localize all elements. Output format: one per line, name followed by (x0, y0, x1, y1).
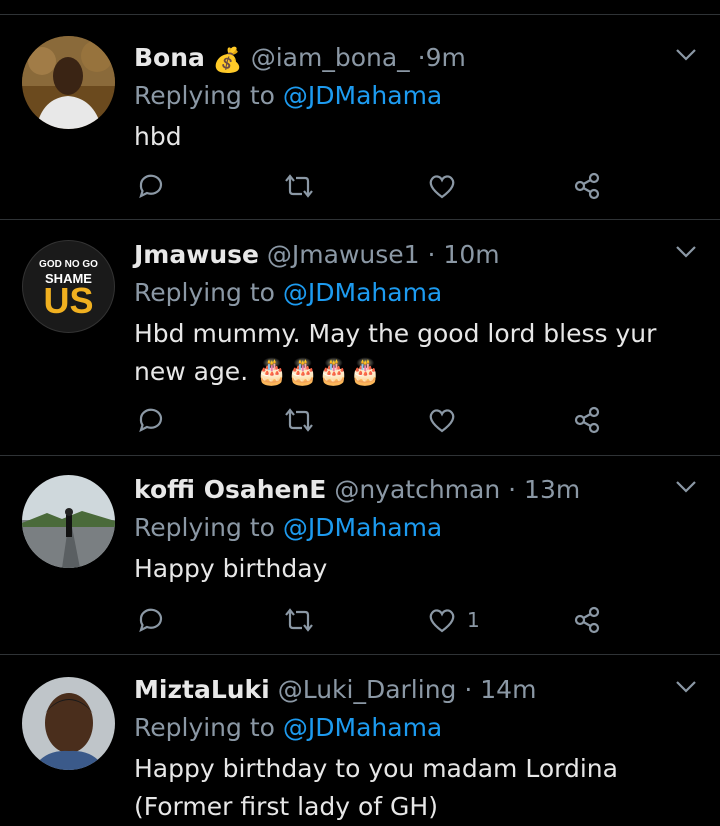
like-icon (429, 175, 455, 199)
separator-dot: · (427, 240, 436, 269)
share-icon (574, 606, 600, 634)
money-bag-emoji: 💰 (212, 46, 243, 74)
share-button[interactable] (572, 166, 602, 206)
avatar-caption-big: US (43, 280, 94, 321)
action-bar (0, 166, 720, 206)
retweet-icon (285, 174, 313, 198)
like-icon (429, 409, 455, 433)
like-button[interactable] (427, 166, 467, 206)
avatar[interactable] (22, 677, 115, 770)
tweet-text: hbd (134, 122, 182, 151)
separator-dot: · (417, 43, 426, 72)
chevron-down-icon[interactable] (673, 44, 699, 64)
avatar[interactable] (22, 36, 115, 129)
avatar[interactable]: GOD NO GO SHAME US (22, 240, 115, 333)
separator-dot: · (464, 675, 473, 704)
retweet-button[interactable] (282, 166, 316, 206)
retweet-button[interactable] (282, 400, 316, 440)
retweet-icon (285, 408, 313, 432)
mention-link[interactable]: @JDMahama (283, 713, 442, 742)
display-name[interactable]: Jmawuse (134, 240, 259, 269)
share-icon (574, 172, 600, 200)
like-button[interactable] (427, 400, 467, 440)
reply-icon (139, 608, 163, 633)
chevron-down-icon[interactable] (673, 476, 699, 496)
separator-dot: · (508, 475, 517, 504)
action-bar (0, 400, 720, 440)
like-button[interactable]: 1 (427, 600, 480, 640)
share-icon (574, 406, 600, 434)
timestamp[interactable]: 13m (524, 475, 580, 504)
handle[interactable]: @Jmawuse1 (267, 240, 420, 269)
replying-prefix: Replying to (134, 713, 275, 742)
tweet-header: Jmawuse @Jmawuse1 · 10m (134, 237, 500, 273)
replying-to: Replying to @JDMahama (134, 78, 442, 114)
chevron-down-icon[interactable] (673, 676, 699, 696)
replying-prefix: Replying to (134, 278, 275, 307)
retweet-button[interactable] (282, 600, 316, 640)
like-icon (429, 609, 455, 633)
divider (0, 654, 720, 655)
chevron-down-icon[interactable] (673, 241, 699, 261)
avatar-caption-top: GOD NO GO (39, 259, 98, 270)
share-button[interactable] (572, 400, 602, 440)
handle[interactable]: @nyatchman (334, 475, 500, 504)
handle[interactable]: @iam_bona_ (251, 43, 410, 72)
action-bar: 1 (0, 600, 720, 640)
tweet-text: Hbd mummy. May the good lord bless yur n… (134, 319, 657, 386)
display-name[interactable]: MiztaLuki (134, 675, 270, 704)
timestamp[interactable]: 10m (443, 240, 499, 269)
reply-button[interactable] (136, 400, 166, 440)
handle[interactable]: @Luki_Darling (278, 675, 457, 704)
timestamp[interactable]: 14m (480, 675, 536, 704)
reply-icon (139, 408, 163, 433)
replying-to: Replying to @JDMahama (134, 510, 442, 546)
tweet-header: Bona 💰 @iam_bona_ ·9m (134, 40, 466, 76)
tweet-text: Happy birthday to you madam Lordina (For… (134, 754, 618, 821)
mention-link[interactable]: @JDMahama (283, 513, 442, 542)
tweet-text: Happy birthday (134, 554, 328, 583)
avatar[interactable] (22, 475, 115, 568)
divider (0, 219, 720, 220)
tweet-header: MiztaLuki @Luki_Darling · 14m (134, 672, 536, 708)
tweet-header: koffi OsahenE @nyatchman · 13m (134, 472, 580, 508)
like-count: 1 (467, 608, 480, 632)
reply-button[interactable] (136, 600, 166, 640)
top-divider (0, 14, 720, 15)
mention-link[interactable]: @JDMahama (283, 278, 442, 307)
reply-icon (139, 174, 163, 199)
divider (0, 455, 720, 456)
replying-prefix: Replying to (134, 81, 275, 110)
display-name[interactable]: koffi OsahenE (134, 475, 326, 504)
replying-prefix: Replying to (134, 513, 275, 542)
display-name[interactable]: Bona (134, 43, 205, 72)
mention-link[interactable]: @JDMahama (283, 81, 442, 110)
replying-to: Replying to @JDMahama (134, 275, 442, 311)
timestamp[interactable]: 9m (426, 43, 466, 72)
reply-button[interactable] (136, 166, 166, 206)
replying-to: Replying to @JDMahama (134, 710, 442, 746)
share-button[interactable] (572, 600, 602, 640)
retweet-icon (285, 608, 313, 632)
